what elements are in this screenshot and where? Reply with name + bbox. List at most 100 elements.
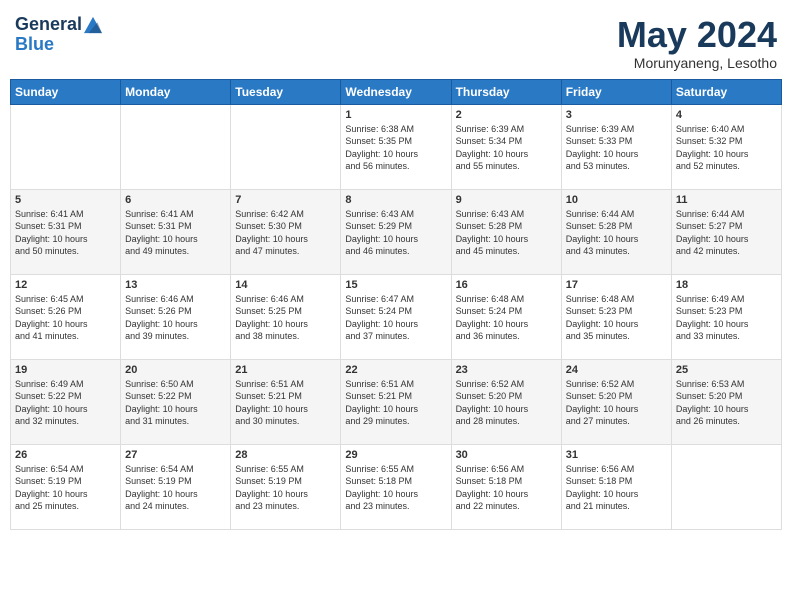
calendar-cell: 17 Sunrise: 6:48 AM Sunset: 5:23 PM Dayli… [561, 274, 671, 359]
week-row-4: 19Sunrise: 6:49 AM Sunset: 5:22 PM Dayli… [11, 359, 782, 444]
logo-icon [84, 16, 102, 34]
calendar-cell: 28Sunrise: 6:55 AM Sunset: 5:19 PM Dayli… [231, 444, 341, 529]
calendar-cell: 11 Sunrise: 6:44 AM Sunset: 5:27 PM Dayli… [671, 189, 781, 274]
day-info: Sunrise: 6:48 AM Sunset: 5:23 PM Dayligh… [566, 293, 667, 343]
day-number: 10 [566, 194, 667, 206]
day-number: 8 [345, 194, 446, 206]
header-sunday: Sunday [11, 79, 121, 104]
calendar-cell [121, 104, 231, 189]
day-number: 16 [456, 279, 557, 291]
calendar-cell: 20Sunrise: 6:50 AM Sunset: 5:22 PM Dayli… [121, 359, 231, 444]
day-info: Sunrise: 6:41 AM Sunset: 5:31 PM Dayligh… [125, 208, 226, 258]
calendar-cell: 24 Sunrise: 6:52 AM Sunset: 5:20 PM Dayli… [561, 359, 671, 444]
day-number: 9 [456, 194, 557, 206]
week-row-3: 12 Sunrise: 6:45 AM Sunset: 5:26 PM Dayli… [11, 274, 782, 359]
day-number: 1 [345, 109, 446, 121]
week-row-5: 26Sunrise: 6:54 AM Sunset: 5:19 PM Dayli… [11, 444, 782, 529]
day-info: Sunrise: 6:54 AM Sunset: 5:19 PM Dayligh… [125, 463, 226, 513]
calendar-cell: 3Sunrise: 6:39 AM Sunset: 5:33 PM Daylig… [561, 104, 671, 189]
day-info: Sunrise: 6:51 AM Sunset: 5:21 PM Dayligh… [345, 378, 446, 428]
logo-text-blue: Blue [15, 35, 102, 55]
day-number: 25 [676, 364, 777, 376]
day-info: Sunrise: 6:45 AM Sunset: 5:26 PM Dayligh… [15, 293, 116, 343]
calendar-cell: 4Sunrise: 6:40 AM Sunset: 5:32 PM Daylig… [671, 104, 781, 189]
location: Morunyaneng, Lesotho [617, 55, 777, 71]
day-number: 18 [676, 279, 777, 291]
day-number: 27 [125, 449, 226, 461]
day-info: Sunrise: 6:54 AM Sunset: 5:19 PM Dayligh… [15, 463, 116, 513]
calendar-cell: 26Sunrise: 6:54 AM Sunset: 5:19 PM Dayli… [11, 444, 121, 529]
day-number: 28 [235, 449, 336, 461]
day-number: 20 [125, 364, 226, 376]
day-info: Sunrise: 6:43 AM Sunset: 5:29 PM Dayligh… [345, 208, 446, 258]
day-number: 29 [345, 449, 446, 461]
calendar-cell: 27 Sunrise: 6:54 AM Sunset: 5:19 PM Dayli… [121, 444, 231, 529]
day-number: 13 [125, 279, 226, 291]
day-info: Sunrise: 6:46 AM Sunset: 5:25 PM Dayligh… [235, 293, 336, 343]
day-number: 12 [15, 279, 116, 291]
day-number: 31 [566, 449, 667, 461]
day-info: Sunrise: 6:41 AM Sunset: 5:31 PM Dayligh… [15, 208, 116, 258]
day-info: Sunrise: 6:52 AM Sunset: 5:20 PM Dayligh… [566, 378, 667, 428]
calendar-cell: 23 Sunrise: 6:52 AM Sunset: 5:20 PM Dayli… [451, 359, 561, 444]
day-info: Sunrise: 6:49 AM Sunset: 5:23 PM Dayligh… [676, 293, 777, 343]
day-info: Sunrise: 6:55 AM Sunset: 5:18 PM Dayligh… [345, 463, 446, 513]
day-number: 7 [235, 194, 336, 206]
calendar-cell: 29 Sunrise: 6:55 AM Sunset: 5:18 PM Dayli… [341, 444, 451, 529]
day-info: Sunrise: 6:53 AM Sunset: 5:20 PM Dayligh… [676, 378, 777, 428]
day-info: Sunrise: 6:46 AM Sunset: 5:26 PM Dayligh… [125, 293, 226, 343]
day-number: 21 [235, 364, 336, 376]
day-number: 6 [125, 194, 226, 206]
day-number: 14 [235, 279, 336, 291]
day-number: 4 [676, 109, 777, 121]
calendar-cell: 10 Sunrise: 6:44 AM Sunset: 5:28 PM Dayli… [561, 189, 671, 274]
calendar-cell: 8 Sunrise: 6:43 AM Sunset: 5:29 PM Daylig… [341, 189, 451, 274]
day-info: Sunrise: 6:44 AM Sunset: 5:27 PM Dayligh… [676, 208, 777, 258]
calendar-cell [671, 444, 781, 529]
calendar-cell: 7Sunrise: 6:42 AM Sunset: 5:30 PM Daylig… [231, 189, 341, 274]
header-thursday: Thursday [451, 79, 561, 104]
calendar-cell: 30 Sunrise: 6:56 AM Sunset: 5:18 PM Dayli… [451, 444, 561, 529]
day-info: Sunrise: 6:48 AM Sunset: 5:24 PM Dayligh… [456, 293, 557, 343]
calendar-cell [231, 104, 341, 189]
title-section: May 2024 Morunyaneng, Lesotho [617, 15, 777, 71]
day-number: 24 [566, 364, 667, 376]
day-info: Sunrise: 6:51 AM Sunset: 5:21 PM Dayligh… [235, 378, 336, 428]
day-number: 23 [456, 364, 557, 376]
week-row-2: 5Sunrise: 6:41 AM Sunset: 5:31 PM Daylig… [11, 189, 782, 274]
day-info: Sunrise: 6:56 AM Sunset: 5:18 PM Dayligh… [456, 463, 557, 513]
calendar-cell: 19Sunrise: 6:49 AM Sunset: 5:22 PM Dayli… [11, 359, 121, 444]
calendar-cell: 14 Sunrise: 6:46 AM Sunset: 5:25 PM Dayli… [231, 274, 341, 359]
day-number: 30 [456, 449, 557, 461]
header: General Blue May 2024 Morunyaneng, Lesot… [10, 10, 782, 71]
header-tuesday: Tuesday [231, 79, 341, 104]
day-number: 15 [345, 279, 446, 291]
calendar-cell: 31Sunrise: 6:56 AM Sunset: 5:18 PM Dayli… [561, 444, 671, 529]
calendar-cell: 6 Sunrise: 6:41 AM Sunset: 5:31 PM Daylig… [121, 189, 231, 274]
calendar-cell: 2Sunrise: 6:39 AM Sunset: 5:34 PM Daylig… [451, 104, 561, 189]
day-number: 2 [456, 109, 557, 121]
day-number: 17 [566, 279, 667, 291]
day-info: Sunrise: 6:52 AM Sunset: 5:20 PM Dayligh… [456, 378, 557, 428]
day-info: Sunrise: 6:44 AM Sunset: 5:28 PM Dayligh… [566, 208, 667, 258]
calendar-cell: 15Sunrise: 6:47 AM Sunset: 5:24 PM Dayli… [341, 274, 451, 359]
header-friday: Friday [561, 79, 671, 104]
calendar-cell: 5Sunrise: 6:41 AM Sunset: 5:31 PM Daylig… [11, 189, 121, 274]
calendar-cell: 13 Sunrise: 6:46 AM Sunset: 5:26 PM Dayli… [121, 274, 231, 359]
calendar-cell: 21 Sunrise: 6:51 AM Sunset: 5:21 PM Dayli… [231, 359, 341, 444]
header-saturday: Saturday [671, 79, 781, 104]
calendar-cell [11, 104, 121, 189]
logo: General Blue [15, 15, 102, 55]
logo-text-general: General [15, 15, 82, 35]
day-info: Sunrise: 6:43 AM Sunset: 5:28 PM Dayligh… [456, 208, 557, 258]
calendar-cell: 12 Sunrise: 6:45 AM Sunset: 5:26 PM Dayli… [11, 274, 121, 359]
calendar-cell: 9 Sunrise: 6:43 AM Sunset: 5:28 PM Daylig… [451, 189, 561, 274]
calendar-cell: 18 Sunrise: 6:49 AM Sunset: 5:23 PM Dayli… [671, 274, 781, 359]
month-year: May 2024 [617, 15, 777, 55]
day-number: 22 [345, 364, 446, 376]
calendar-cell: 16 Sunrise: 6:48 AM Sunset: 5:24 PM Dayli… [451, 274, 561, 359]
day-number: 3 [566, 109, 667, 121]
day-number: 11 [676, 194, 777, 206]
calendar-cell: 22 Sunrise: 6:51 AM Sunset: 5:21 PM Dayli… [341, 359, 451, 444]
header-monday: Monday [121, 79, 231, 104]
